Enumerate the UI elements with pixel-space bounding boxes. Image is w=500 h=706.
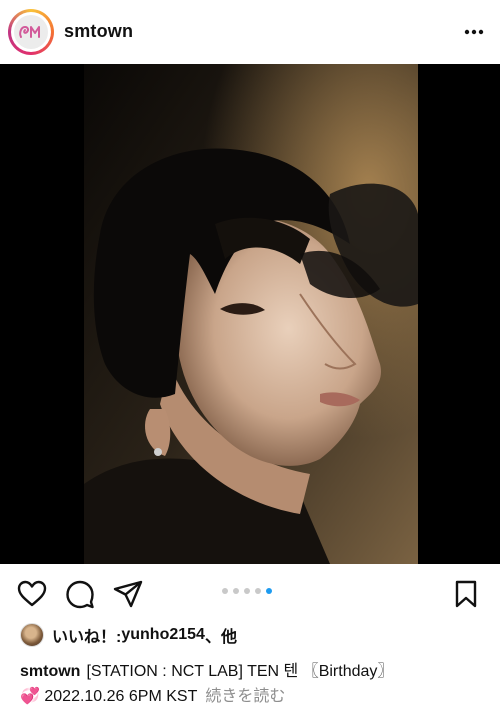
carousel-dot	[222, 588, 228, 594]
likes-others[interactable]: 、他	[205, 623, 237, 647]
caption: smtown [STATION : NCT LAB] TEN 텐 〖Birthda…	[20, 657, 490, 681]
smtown-logo-icon	[14, 15, 48, 49]
post-header: smtown	[0, 0, 500, 64]
post-actions	[0, 572, 500, 616]
carousel-dot-active	[266, 588, 272, 594]
avatar-inner	[11, 12, 51, 52]
caption-username[interactable]: smtown	[20, 663, 80, 680]
post-photo[interactable]	[0, 64, 500, 564]
carousel-dot	[244, 588, 250, 594]
likes-prefix: いいね！:	[52, 629, 122, 646]
avatar[interactable]	[8, 9, 54, 55]
caption-date: 💞 2022.10.26 6PM KST	[20, 688, 198, 705]
more-horizontal-icon[interactable]	[460, 22, 488, 42]
bookmark-icon[interactable]	[450, 578, 482, 610]
caption-text: [STATION : NCT LAB] TEN 텐 〖Birthday〗	[86, 663, 394, 680]
post-username[interactable]: smtown	[64, 21, 133, 42]
liker-username[interactable]: yunho2154	[121, 626, 205, 644]
liker-avatar[interactable]	[20, 623, 44, 647]
comment-icon[interactable]	[64, 578, 96, 610]
heart-icon[interactable]	[16, 578, 48, 610]
send-icon[interactable]	[112, 578, 144, 610]
read-more-link[interactable]: 続きを読む	[205, 688, 285, 705]
carousel-indicator	[222, 588, 272, 596]
likes-line: いいね！: yunho2154 、他	[20, 622, 237, 648]
carousel-dot	[233, 588, 239, 594]
carousel-dot	[255, 588, 261, 594]
caption-line2: 💞 2022.10.26 6PM KST 続きを読む	[20, 682, 490, 706]
